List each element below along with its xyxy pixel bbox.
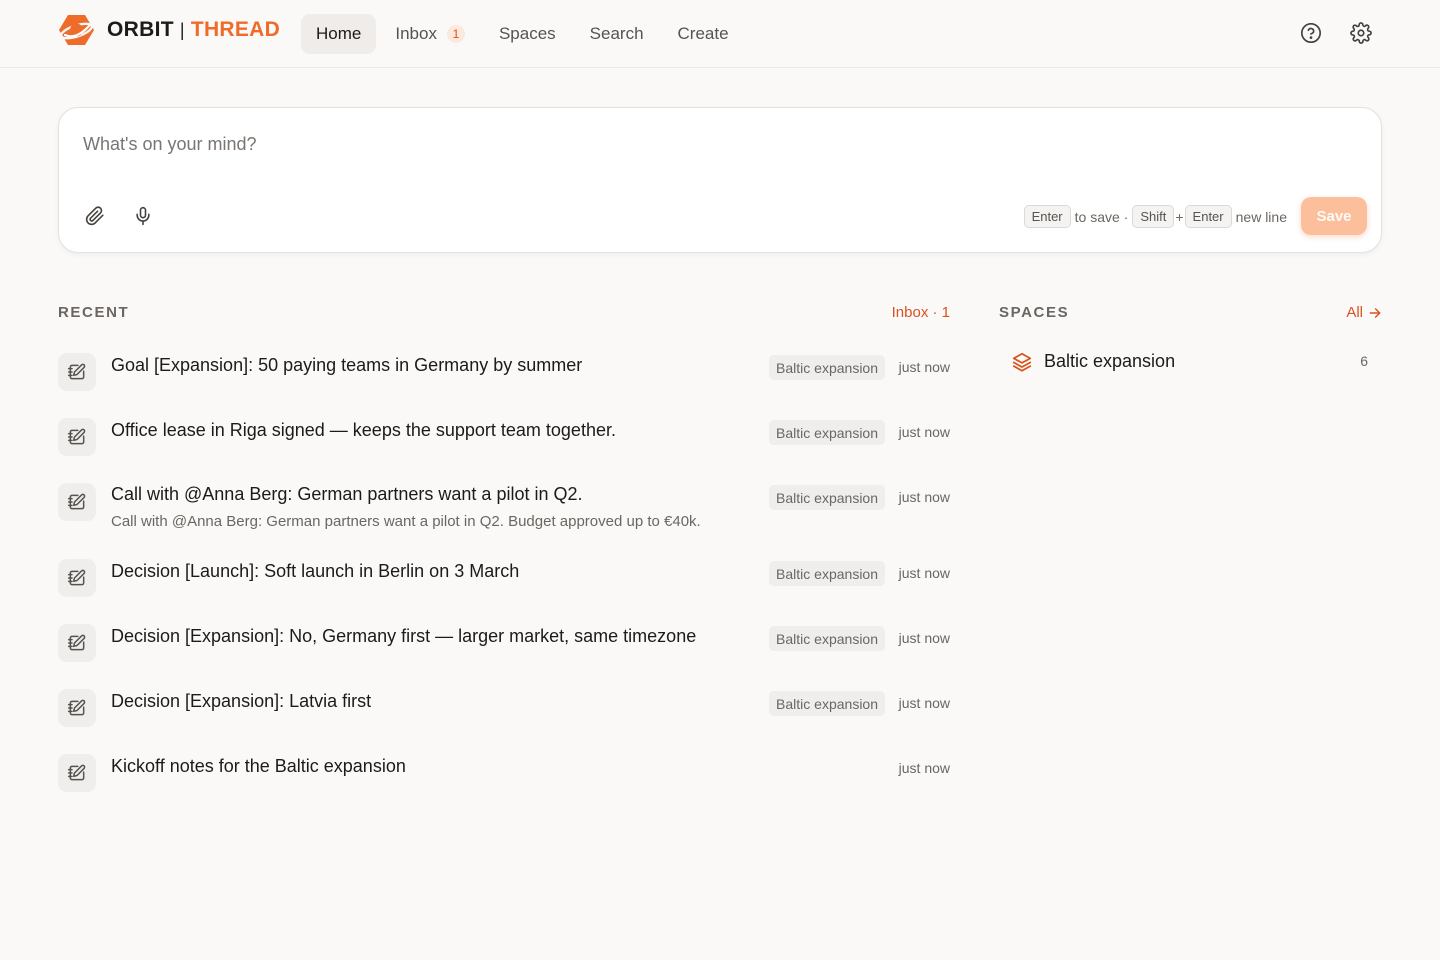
composer: Enter to save · Shift + Enter new line S… [58, 107, 1382, 253]
item-timestamp: just now [898, 565, 950, 581]
brand-name-right: THREAD [190, 18, 281, 41]
top-actions [1274, 20, 1374, 46]
note-edit-icon [58, 353, 96, 391]
brand-separator: | [179, 19, 185, 40]
spaces-heading: SPACES [999, 304, 1070, 321]
recent-heading: RECENT [58, 304, 130, 321]
nav-create-label: Create [677, 24, 729, 43]
recent-item-title: Goal [Expansion]: 50 paying teams in Ger… [111, 355, 583, 375]
space-tag[interactable]: Baltic expansion [769, 355, 885, 380]
recent-inbox-link[interactable]: Inbox · 1 [892, 304, 950, 321]
note-edit-icon [58, 418, 96, 456]
space-item-baltic-expansion[interactable]: Baltic expansion 6 [1000, 346, 1382, 378]
note-edit-icon [58, 754, 96, 792]
space-tag[interactable]: Baltic expansion [769, 420, 885, 445]
nav-create[interactable]: Create [663, 14, 744, 54]
recent-item-title: Decision [Expansion]: Latvia first [111, 691, 372, 711]
item-timestamp: just now [898, 424, 950, 440]
main-nav: Home Inbox 1 Spaces Search Create [301, 14, 748, 54]
kbd-enter-2: Enter [1184, 205, 1232, 228]
microphone-icon[interactable] [131, 204, 155, 228]
hint-to-save: to save · [1074, 208, 1129, 225]
save-button[interactable]: Save [1301, 197, 1367, 235]
space-tag[interactable]: Baltic expansion [769, 626, 885, 651]
nav-home-label: Home [316, 24, 362, 43]
note-edit-icon [58, 559, 96, 597]
space-count: 6 [1360, 353, 1368, 369]
note-edit-icon [58, 624, 96, 662]
space-tag[interactable]: Baltic expansion [769, 691, 885, 716]
keyboard-hints: Enter to save · Shift + Enter new line [1023, 205, 1291, 228]
recent-item-title: Call with @Anna Berg: German partners wa… [111, 484, 583, 504]
nav-spaces[interactable]: Spaces [484, 14, 571, 54]
nav-spaces-label: Spaces [498, 24, 556, 43]
item-timestamp: just now [898, 695, 950, 711]
spaces-all-link[interactable]: All [1346, 304, 1382, 321]
logo[interactable]: ORBIT | THREAD [58, 13, 280, 47]
nav-home[interactable]: Home [301, 14, 377, 54]
kbd-enter: Enter [1023, 205, 1071, 228]
item-timestamp: just now [898, 630, 950, 646]
note-edit-icon [58, 483, 96, 521]
orbit-logo-icon [59, 15, 94, 45]
recent-item-title: Decision [Expansion]: No, Germany first … [111, 626, 697, 646]
brand-name: ORBIT | THREAD [107, 18, 280, 42]
hint-new-line: new line [1235, 208, 1287, 225]
nav-search[interactable]: Search [575, 14, 659, 54]
nav-inbox[interactable]: Inbox 1 [380, 14, 480, 54]
help-circle-icon[interactable] [1298, 20, 1324, 46]
inbox-count-badge: 1 [446, 25, 465, 43]
hint-plus: + [1175, 208, 1184, 225]
recent-item-title: Kickoff notes for the Baltic expansion [111, 756, 406, 776]
recent-item-title: Office lease in Riga signed — keeps the … [111, 420, 616, 440]
space-tag[interactable]: Baltic expansion [769, 485, 885, 510]
paperclip-icon[interactable] [83, 204, 107, 228]
space-name: Baltic expansion [1044, 351, 1176, 371]
recent-item-title: Decision [Launch]: Soft launch in Berlin… [111, 561, 520, 581]
note-edit-icon [58, 689, 96, 727]
top-bar: ORBIT | THREAD Home Inbox 1 Spaces Searc… [0, 0, 1440, 68]
brand-name-left: ORBIT [107, 18, 174, 41]
layers-icon [1012, 352, 1032, 372]
nav-inbox-label: Inbox [395, 24, 437, 43]
spaces-all-label: All [1346, 304, 1363, 321]
recent-item-preview: Call with @Anna Berg: German partners wa… [111, 513, 701, 530]
item-timestamp: just now [898, 359, 950, 375]
settings-gear-icon[interactable] [1348, 20, 1374, 46]
space-tag[interactable]: Baltic expansion [769, 561, 885, 586]
item-timestamp: just now [898, 489, 950, 505]
nav-search-label: Search [589, 24, 644, 43]
arrow-right-icon [1369, 307, 1381, 318]
composer-input[interactable] [83, 130, 1353, 158]
kbd-shift: Shift [1132, 205, 1175, 228]
item-timestamp: just now [898, 760, 950, 776]
